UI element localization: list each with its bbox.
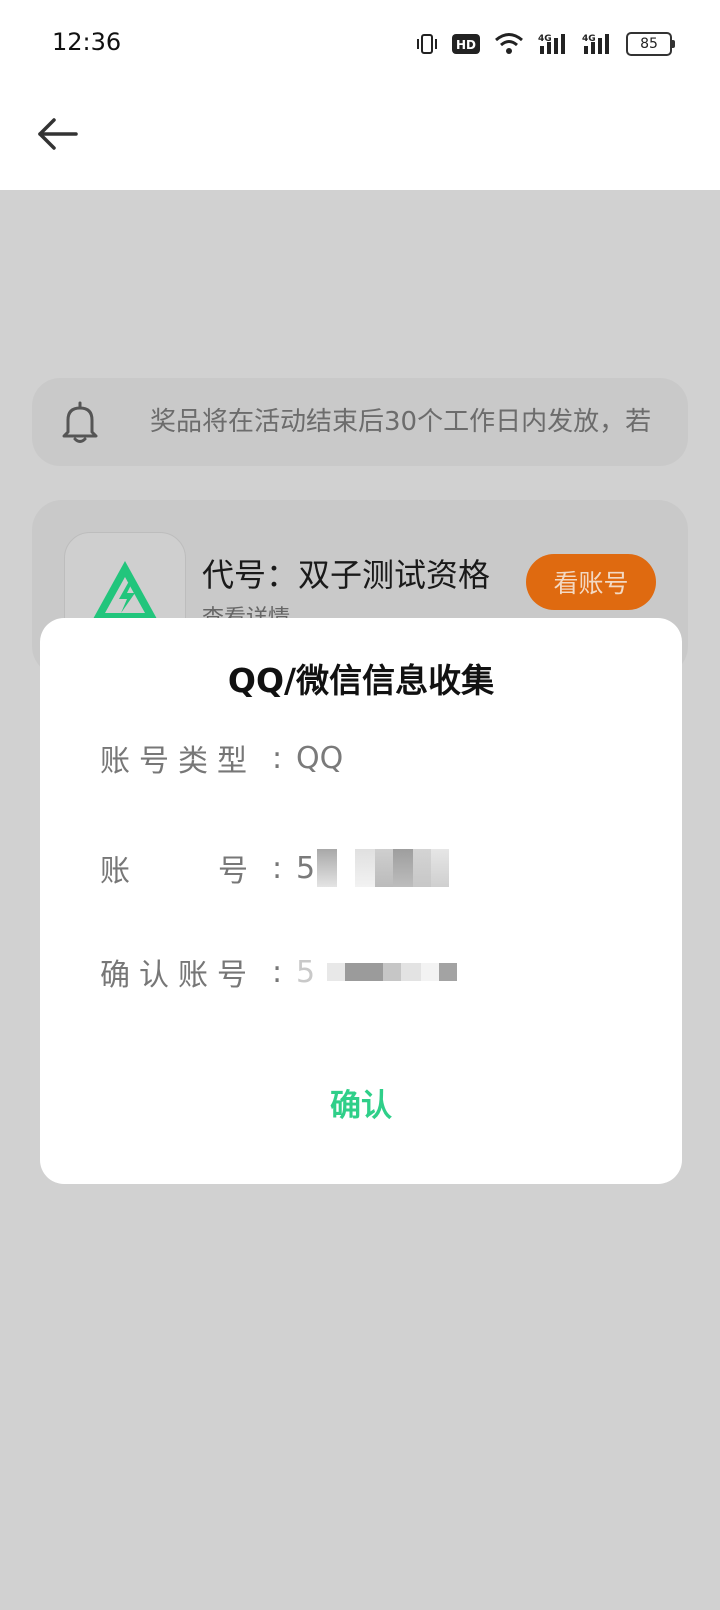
arrow-left-icon xyxy=(38,118,78,150)
battery-icon: 85 xyxy=(626,32,675,56)
status-bar: 12:36 HD 4G 4G 85 xyxy=(0,0,720,86)
status-time: 12:36 xyxy=(52,28,122,56)
colon: : xyxy=(272,954,283,990)
signal-4g-icon: 4G xyxy=(582,32,612,56)
battery-level: 85 xyxy=(640,36,658,52)
confirm-button[interactable]: 确认 xyxy=(40,1076,682,1136)
account-type-row: 账号类型 : QQ xyxy=(100,734,343,782)
dialog-title: QQ/微信信息收集 xyxy=(227,661,495,700)
masked-pixels xyxy=(317,849,450,887)
colon: : xyxy=(272,740,283,776)
confirm-account-row: 确认账号 : 5 xyxy=(100,948,458,996)
account-label: 账号 xyxy=(100,854,336,889)
wifi-icon xyxy=(494,32,524,56)
confirm-account-value-visible: 5 xyxy=(296,954,316,990)
account-row: 账号 : 5 xyxy=(100,844,450,892)
account-type-value: QQ xyxy=(296,740,344,776)
colon: : xyxy=(272,850,283,886)
card-title: 代号：双子测试资格 xyxy=(202,556,491,594)
account-type-label: 账号类型 xyxy=(100,744,256,779)
account-value: 5 xyxy=(296,849,450,887)
status-icons: HD 4G 4G 85 xyxy=(416,30,675,58)
notice-text: 奖品将在活动结束后30个工作日内发放，若 xyxy=(150,407,652,437)
view-account-button[interactable]: 看账号 xyxy=(526,554,656,610)
hd-icon: HD xyxy=(452,34,480,54)
info-collection-dialog: QQ/微信信息收集 账号类型 : QQ 账号 : 5 确认账号 : 5 确认 xyxy=(40,618,682,1184)
masked-pixels xyxy=(327,963,458,981)
confirm-account-label: 确认账号 xyxy=(100,958,256,993)
vibrate-icon xyxy=(416,33,438,55)
signal-4g-icon: 4G xyxy=(538,32,568,56)
account-value-visible: 5 xyxy=(296,850,316,886)
bell-icon xyxy=(62,401,98,443)
back-button[interactable] xyxy=(34,110,82,158)
nav-bar xyxy=(0,86,720,190)
svg-text:HD: HD xyxy=(456,38,476,52)
confirm-account-value: 5 xyxy=(296,954,458,990)
notice-bar: 奖品将在活动结束后30个工作日内发放，若 xyxy=(32,378,688,466)
